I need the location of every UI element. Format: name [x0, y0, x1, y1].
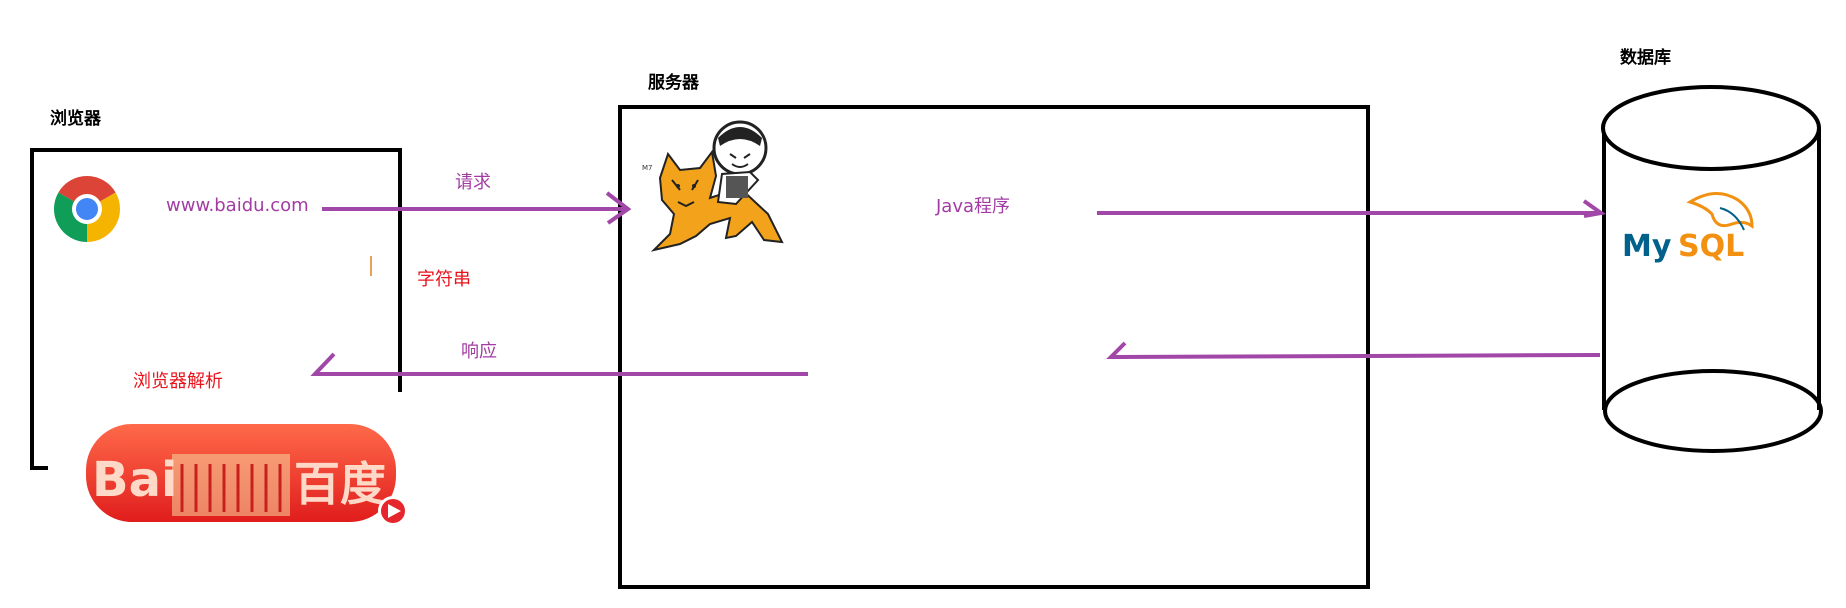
- baidu-logo-latin: Bai: [92, 452, 177, 508]
- database-title: 数据库: [1620, 48, 1671, 68]
- url-label: www.baidu.com: [166, 195, 309, 216]
- response-arrow: [310, 352, 808, 376]
- db-query-arrow: [1097, 199, 1607, 218]
- mysql-logo: My SQL: [1622, 192, 1754, 264]
- request-arrow: [322, 191, 632, 225]
- db-result-arrow: [1106, 341, 1601, 359]
- server-title: 服务器: [648, 73, 699, 93]
- mysql-logo-my: My: [1622, 229, 1672, 264]
- chrome-icon: [53, 176, 121, 242]
- svg-text:M7: M7: [642, 164, 653, 172]
- mysql-logo-sql: SQL: [1678, 229, 1744, 264]
- request-label: 请求: [455, 172, 491, 193]
- response-label: 响应: [461, 341, 497, 362]
- tomcat-mascot-icon: M7: [642, 120, 784, 252]
- string-label: 字符串: [417, 269, 471, 290]
- browser-title: 浏览器: [50, 109, 101, 129]
- baidu-logo: Bai 百度: [86, 424, 408, 526]
- baidu-logo-chinese: 百度: [294, 457, 386, 511]
- java-program-label: Java程序: [936, 196, 1011, 217]
- browser-parse-label: 浏览器解析: [133, 371, 223, 392]
